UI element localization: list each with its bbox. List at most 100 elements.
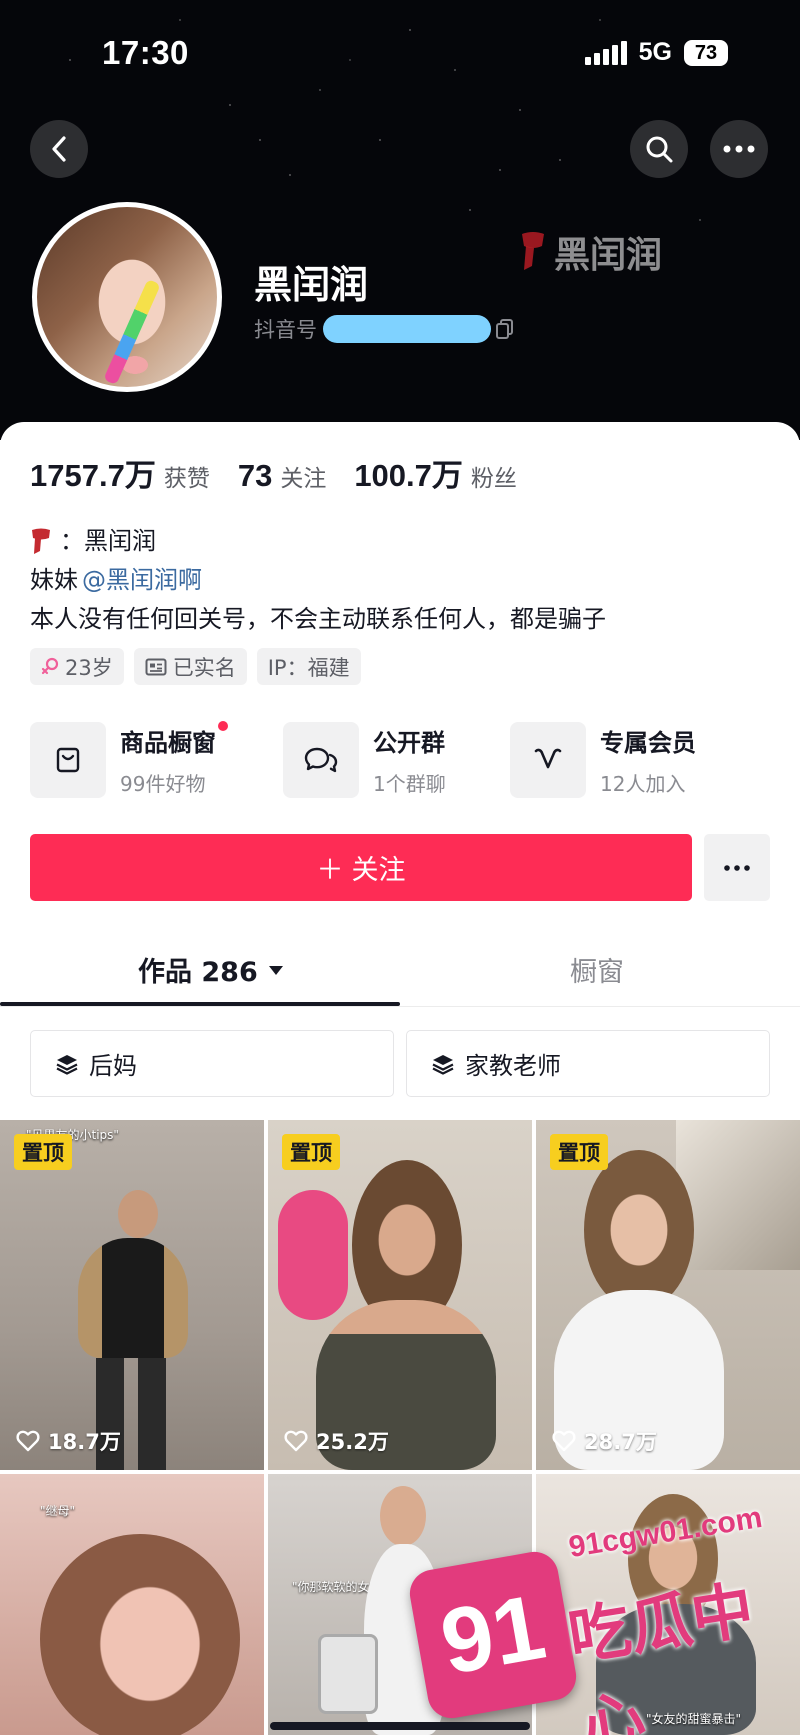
douyin-id-row[interactable]: 抖音号: [254, 314, 515, 344]
shop-window-title: 商品橱窗: [120, 721, 228, 758]
shop-window-subtitle: 99件好物: [120, 772, 206, 796]
profile-name: 黑闰润: [254, 263, 369, 307]
thumbnail-figure: [118, 1190, 158, 1238]
more-horizontal-icon: [724, 864, 750, 871]
bio-mention-link[interactable]: @黑闰润啊: [82, 561, 202, 600]
watermark-site: 91cgw01.com: [566, 1500, 765, 1565]
age-tag: 23岁: [30, 648, 124, 685]
thumbnail-figure: [584, 1150, 694, 1310]
bio-line-2-prefix: 妹妹: [30, 566, 78, 594]
video-thumbnail[interactable]: "继母": [0, 1474, 264, 1735]
name-watermark-text: 黑闰润: [554, 235, 663, 276]
video-thumbnail[interactable]: 置顶 28.7万: [536, 1120, 800, 1470]
bio-line-3: 本人没有任何回关号，不会主动联系任何人，都是骗子: [30, 605, 606, 633]
more-horizontal-icon: [723, 145, 755, 153]
tab-shop-window-label: 橱窗: [570, 957, 624, 988]
likes-label: 获赞: [163, 466, 210, 492]
status-bar-right: 5G 73: [584, 38, 728, 67]
network-type: 5G: [638, 38, 672, 66]
collection-stepmom-label: 后妈: [89, 1052, 137, 1080]
profile-tags: 23岁 已实名 IP：福建: [30, 648, 361, 685]
tab-divider: [0, 1006, 800, 1007]
chevron-left-icon: [52, 136, 66, 162]
tab-works[interactable]: 作品 286: [138, 950, 284, 989]
chat-group-icon: [304, 747, 338, 773]
thumbnail-prop: [278, 1190, 348, 1320]
collection-stepmom[interactable]: 后妈: [30, 1030, 394, 1097]
verified-tag: 已实名: [133, 648, 247, 685]
heart-icon: [16, 1430, 40, 1452]
ip-location-label: IP：福建: [267, 655, 350, 680]
likes-stat[interactable]: 1757.7万 获赞: [30, 450, 210, 495]
video-likes: 25.2万: [284, 1426, 389, 1456]
redacted-id: [323, 315, 491, 343]
watermark-text: 吃瓜中心: [563, 1572, 759, 1735]
scarf-icon: [32, 528, 50, 554]
public-group-icon-box: [283, 722, 359, 798]
membership-entry[interactable]: 专属会员 12人加入: [510, 722, 696, 798]
pinned-badge: 置顶: [550, 1134, 608, 1170]
pinned-badge: 置顶: [14, 1134, 72, 1170]
video-thumbnail[interactable]: 置顶 25.2万: [268, 1120, 532, 1470]
video-thumbnail[interactable]: "见男友的小tips" 置顶 18.7万: [0, 1120, 264, 1470]
copy-icon[interactable]: [495, 318, 515, 340]
search-button[interactable]: [630, 120, 688, 178]
following-count: 73: [237, 458, 273, 493]
ip-location-tag: IP：福建: [256, 648, 361, 685]
thumbnail-washing-machine: [318, 1634, 378, 1714]
video-likes: 28.7万: [552, 1426, 657, 1456]
tab-works-label: 作品 286: [138, 957, 258, 988]
heart-icon: [552, 1430, 576, 1452]
vip-v-icon: [534, 748, 562, 769]
followers-count: 100.7万: [354, 458, 463, 493]
avatar-candy-decoration: [103, 278, 161, 386]
female-icon: [41, 657, 59, 674]
thumbnail-figure: [78, 1238, 188, 1358]
search-icon: [646, 136, 673, 163]
video-likes: 18.7万: [16, 1426, 121, 1456]
video-likes-count: 25.2万: [316, 1430, 389, 1454]
caret-down-icon: [268, 965, 283, 975]
collection-tutor-label: 家教老师: [465, 1052, 561, 1080]
followers-stat[interactable]: 100.7万 粉丝: [354, 450, 517, 495]
video-caption: "继母": [40, 1504, 76, 1518]
following-label: 关注: [280, 466, 327, 492]
follow-button-label: 关注: [351, 855, 406, 886]
plus-icon: ＋: [316, 855, 344, 886]
stats-row: 1757.7万 获赞 73 关注 100.7万 粉丝: [30, 450, 517, 495]
bio: ：黑闰润 妹妹 @黑闰润啊 本人没有任何回关号，不会主动联系任何人，都是骗子: [30, 522, 606, 639]
notification-dot: [218, 721, 228, 731]
back-button[interactable]: [30, 120, 88, 178]
follow-more-button[interactable]: [704, 834, 770, 901]
likes-count: 1757.7万: [30, 458, 156, 493]
layers-icon: [432, 1054, 454, 1075]
following-stat[interactable]: 73 关注: [238, 458, 326, 494]
membership-icon-box: [510, 722, 586, 798]
verified-tag-label: 已实名: [172, 655, 236, 680]
heart-icon: [284, 1430, 308, 1452]
site-watermark: 91 91cgw01.com 吃瓜中心: [406, 1501, 790, 1735]
tab-shop-window[interactable]: 橱窗: [570, 950, 624, 989]
signal-icon: [584, 40, 627, 65]
avatar[interactable]: [32, 202, 222, 392]
more-options-button[interactable]: [710, 120, 768, 178]
shop-window-entry[interactable]: 商品橱窗 99件好物: [30, 721, 228, 798]
home-indicator[interactable]: [270, 1722, 530, 1730]
age-tag-label: 23岁: [65, 655, 113, 680]
follow-button[interactable]: ＋ 关注: [30, 834, 692, 901]
battery-icon: 73: [684, 39, 728, 66]
public-group-title: 公开群: [373, 729, 445, 757]
shop-window-icon-box: [30, 722, 106, 798]
collection-tutor[interactable]: 家教老师: [406, 1030, 770, 1097]
public-group-subtitle: 1个群聊: [373, 772, 446, 796]
name-watermark: 黑闰润: [518, 226, 662, 278]
membership-title: 专属会员: [600, 729, 696, 757]
douyin-id-label: 抖音号: [254, 318, 317, 342]
membership-subtitle: 12人加入: [600, 772, 686, 796]
watermark-logo: 91: [406, 1548, 580, 1722]
layers-icon: [56, 1054, 78, 1075]
public-group-entry[interactable]: 公开群 1个群聊: [283, 722, 446, 798]
shopping-bag-icon: [56, 747, 80, 773]
shop-window-title-text: 商品橱窗: [120, 729, 216, 757]
scarf-icon: [522, 232, 544, 270]
